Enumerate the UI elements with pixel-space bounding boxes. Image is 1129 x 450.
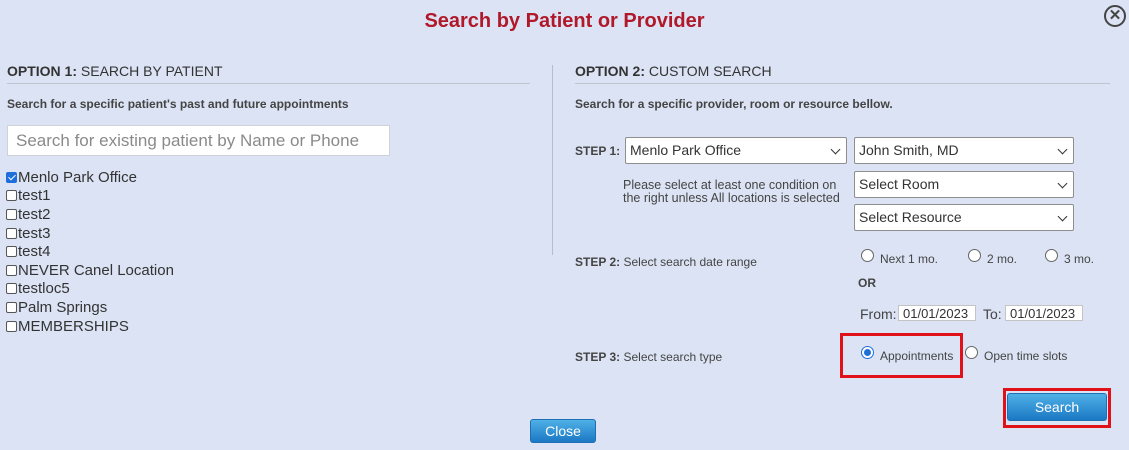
location-checkbox[interactable] — [6, 246, 17, 258]
close-button[interactable]: Close — [530, 419, 596, 443]
location-item-test1[interactable]: test1 — [6, 187, 174, 206]
to-label: To: — [983, 306, 1002, 322]
appointments-radio[interactable] — [861, 346, 874, 359]
room-select[interactable]: Select Room — [854, 171, 1074, 198]
location-item-memberships[interactable]: MEMBERSHIPS — [6, 317, 174, 336]
location-checkbox[interactable] — [6, 171, 17, 183]
range-2-mo-radio[interactable] — [968, 249, 981, 262]
step3-label-bold: STEP 3: — [575, 350, 621, 364]
or-label: OR — [858, 276, 876, 290]
option1-heading: OPTION 1: SEARCH BY PATIENT — [7, 63, 530, 84]
location-label: testloc5 — [18, 280, 70, 298]
location-item-never-canel-location[interactable]: NEVER Canel Location — [6, 261, 174, 280]
location-checkbox[interactable] — [6, 264, 17, 276]
location-label: test2 — [18, 205, 51, 223]
location-item-palm-springs[interactable]: Palm Springs — [6, 298, 174, 317]
chevron-down-icon — [1057, 144, 1068, 155]
dialog-title: Search by Patient or Provider — [424, 10, 705, 32]
option2-heading: OPTION 2: CUSTOM SEARCH — [575, 63, 1110, 84]
patient-search-input[interactable] — [7, 125, 390, 156]
location-item-test4[interactable]: test4 — [6, 242, 174, 261]
step1-label: STEP 1: — [575, 144, 620, 158]
step2-label-text: Select search date range — [620, 255, 757, 269]
option1-heading-text: SEARCH BY PATIENT — [77, 63, 223, 79]
section-divider — [552, 65, 553, 255]
step3-label-text: Select search type — [620, 350, 723, 364]
option2-heading-text: CUSTOM SEARCH — [645, 63, 772, 79]
location-label: MEMBERSHIPS — [18, 317, 129, 335]
location-item-test3[interactable]: test3 — [6, 224, 174, 243]
range-3-mo-label: 3 mo. — [1064, 252, 1095, 266]
resource-select[interactable]: Select Resource — [854, 204, 1074, 231]
resource-select-value: Select Resource — [859, 209, 962, 225]
location-label: NEVER Canel Location — [18, 261, 174, 279]
open-time-slots-radio[interactable] — [965, 346, 978, 359]
range-next-1-mo-label: Next 1 mo. — [880, 252, 939, 266]
chevron-down-icon — [1057, 178, 1068, 189]
location-checkbox[interactable] — [6, 227, 17, 239]
location-item-menlo-park-office[interactable]: Menlo Park Office — [6, 168, 174, 187]
range-3-mo-radio[interactable] — [1045, 249, 1058, 262]
location-select-value: Menlo Park Office — [630, 142, 742, 158]
open-time-slots-label: Open time slots — [984, 349, 1068, 363]
location-checkbox[interactable] — [6, 301, 17, 313]
search-button[interactable]: Search — [1007, 393, 1107, 421]
step2-label: STEP 2: Select search date range — [575, 255, 757, 269]
location-label: Palm Springs — [18, 298, 108, 316]
location-checkbox[interactable] — [6, 208, 17, 220]
step3-label: STEP 3: Select search type — [575, 350, 722, 364]
from-label: From: — [860, 306, 897, 322]
range-next-1-mo-radio[interactable] — [861, 249, 874, 262]
option2-description: Search for a specific provider, room or … — [575, 97, 893, 111]
appointments-label: Appointments — [880, 349, 954, 363]
close-circle-icon[interactable]: ✕ — [1104, 5, 1126, 27]
location-select[interactable]: Menlo Park Office — [625, 137, 847, 164]
range-2-mo-label: 2 mo. — [987, 252, 1018, 266]
location-checkbox[interactable] — [6, 283, 17, 295]
room-select-value: Select Room — [859, 176, 940, 192]
step1-label-bold: STEP 1: — [575, 144, 621, 158]
chevron-down-icon — [830, 144, 841, 155]
step1-note: Please select at least one condition on … — [623, 178, 840, 205]
provider-select-value: John Smith, MD — [859, 142, 959, 158]
provider-select[interactable]: John Smith, MD — [854, 137, 1074, 164]
from-date-input[interactable]: 01/01/2023 — [898, 305, 976, 321]
chevron-down-icon — [1057, 211, 1068, 222]
location-item-test2[interactable]: test2 — [6, 205, 174, 224]
option1-heading-bold: OPTION 1: — [7, 63, 78, 79]
location-item-testloc5[interactable]: testloc5 — [6, 280, 174, 299]
option1-description: Search for a specific patient's past and… — [7, 97, 349, 111]
location-label: test4 — [18, 243, 51, 261]
location-list: Menlo Park Office test1 test2 test3 test… — [6, 168, 174, 335]
location-label: test3 — [18, 224, 51, 242]
location-label: test1 — [18, 187, 51, 205]
location-checkbox[interactable] — [6, 190, 17, 202]
to-date-input[interactable]: 01/01/2023 — [1005, 305, 1083, 321]
location-checkbox[interactable] — [6, 320, 17, 332]
location-label: Menlo Park Office — [18, 168, 137, 186]
step2-label-bold: STEP 2: — [575, 255, 621, 269]
option2-heading-bold: OPTION 2: — [575, 63, 646, 79]
